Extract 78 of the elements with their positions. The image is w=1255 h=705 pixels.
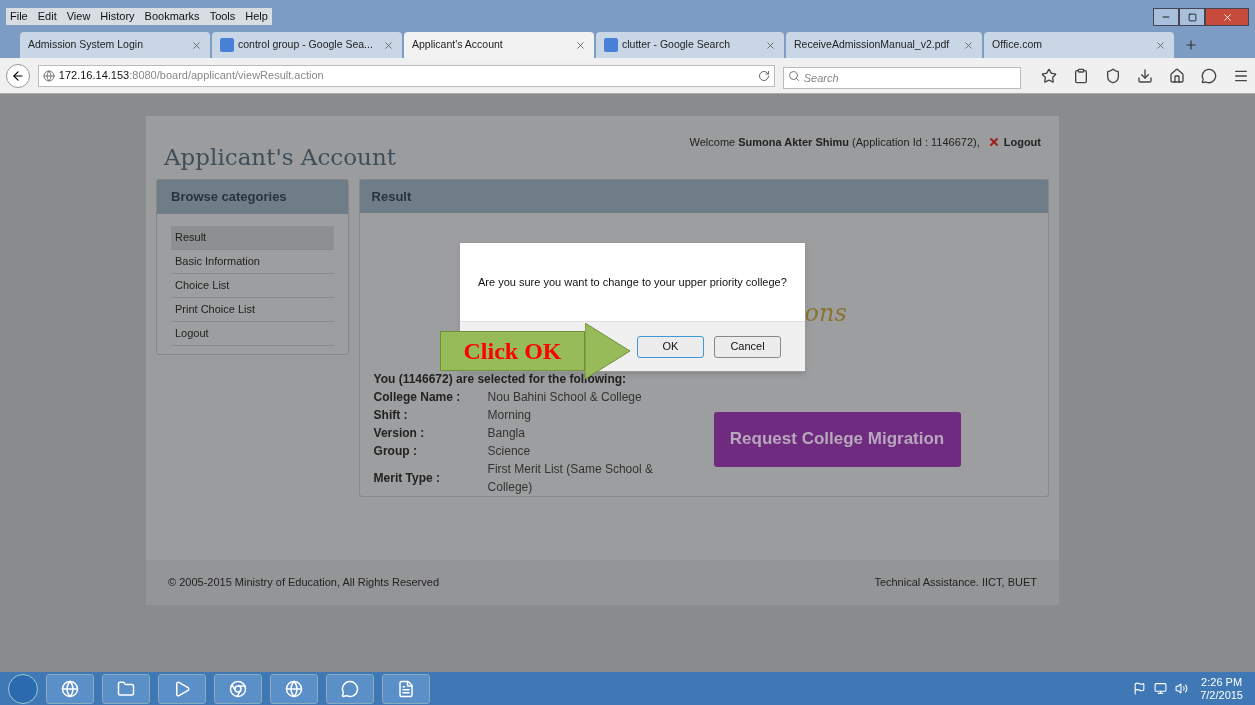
menu-item[interactable]: File — [10, 8, 28, 25]
download-icon[interactable] — [1137, 67, 1153, 84]
tab-close-icon[interactable] — [1155, 39, 1166, 51]
clock[interactable]: 2:26 PM 7/2/2015 — [1196, 675, 1247, 702]
taskbar-app-icon[interactable] — [214, 673, 262, 704]
detail-value: Science — [487, 443, 532, 460]
taskbar-app-icon[interactable] — [270, 673, 318, 704]
address-field[interactable]: 172.16.14.153:8080/board/applicant/viewResult.action — [37, 64, 775, 87]
home-icon[interactable] — [1169, 67, 1185, 84]
menu-item[interactable]: Bookmarks — [144, 8, 200, 25]
logout-link[interactable]: Logout — [987, 134, 1041, 151]
maximize-button[interactable] — [1179, 8, 1205, 26]
menu-item[interactable]: Tools — [209, 8, 236, 25]
taskbar-app-icon[interactable] — [382, 673, 430, 704]
tab-close-icon[interactable] — [383, 39, 394, 51]
menu-item[interactable]: Edit — [37, 8, 57, 25]
taskbar-app-icon[interactable] — [102, 673, 150, 704]
shield-icon[interactable] — [1105, 67, 1121, 84]
dialog-button[interactable]: Cancel — [714, 335, 781, 358]
browser-tab[interactable]: ReceiveAdmissionManual_v2.pdf — [786, 32, 982, 58]
speaker-icon[interactable] — [1175, 682, 1189, 695]
maximize-icon — [1187, 12, 1197, 22]
detail-label: Merit Type : — [373, 470, 441, 487]
browser-tab[interactable]: Applicant's Account — [404, 32, 594, 58]
credit-text: Technical Assistance. IICT, BUET — [874, 575, 1037, 591]
dialog-message: Are you sure you want to change to your upper priority college? — [478, 274, 787, 290]
menu-item[interactable]: History — [100, 8, 135, 25]
tab-close-icon[interactable] — [963, 39, 974, 51]
taskbar-app-icon[interactable] — [46, 673, 94, 704]
reload-icon[interactable] — [757, 69, 770, 82]
logo-text: ons — [804, 298, 847, 327]
chat-icon[interactable] — [1201, 67, 1217, 84]
detail-value: Bangla — [487, 425, 526, 442]
minimize-button[interactable] — [1153, 8, 1179, 26]
tab-close-icon[interactable] — [575, 39, 586, 51]
detail-label: Shift : — [373, 407, 409, 424]
sidebar-item[interactable]: Print Choice List — [171, 298, 334, 322]
close-icon — [1221, 11, 1233, 23]
detail-value: Nou Bahini School & College — [487, 389, 643, 406]
browser-tab[interactable]: Office.com — [984, 32, 1174, 58]
welcome-text: Welcome Sumona Akter Shimu (Application Id : 1146672), — [689, 135, 980, 150]
sidebar-item[interactable]: Logout — [171, 322, 334, 346]
taskbar-app-icon[interactable] — [326, 673, 374, 704]
result-heading: Result — [359, 180, 1048, 213]
detail-label: Version : — [373, 425, 426, 442]
globe-icon — [42, 69, 55, 82]
search-icon — [787, 69, 800, 82]
browser-tab[interactable]: Admission System Login — [20, 32, 210, 58]
detail-label: Group : — [373, 443, 418, 460]
back-arrow-icon — [10, 68, 25, 83]
copyright-text: © 2005-2015 Ministry of Education, All Rights Reserved — [168, 575, 440, 591]
sidebar-item[interactable]: Choice List — [171, 274, 334, 298]
detail-label: College Name : — [373, 389, 462, 406]
sidebar-item[interactable]: Result — [171, 226, 334, 250]
logout-icon — [987, 136, 1000, 149]
detail-value: First Merit List (Same School & College) — [487, 461, 654, 496]
sidebar-item[interactable]: Basic Information — [171, 250, 334, 274]
dialog-button[interactable]: OK — [637, 335, 704, 358]
detail-value: Morning — [487, 407, 532, 424]
sidebar-heading: Browse categories — [157, 180, 348, 214]
star-icon[interactable] — [1041, 67, 1057, 84]
network-icon[interactable] — [1154, 682, 1168, 695]
tab-close-icon[interactable] — [765, 39, 776, 51]
menu-item[interactable]: View — [66, 8, 91, 25]
tab-close-icon[interactable] — [191, 39, 202, 51]
clipboard-icon[interactable] — [1073, 67, 1089, 84]
selection-heading: You (1146672) are selected for the following: — [373, 371, 628, 388]
page-title: Applicant's Account — [164, 143, 396, 172]
taskbar-app-icon[interactable] — [158, 673, 206, 704]
new-tab-icon[interactable] — [1184, 38, 1198, 52]
search-field[interactable]: Search — [782, 66, 1021, 89]
browser-tab[interactable]: control group - Google Sea... — [212, 32, 402, 58]
migration-button[interactable]: Request College Migration — [713, 411, 961, 467]
flag-icon[interactable] — [1133, 682, 1147, 695]
start-button[interactable] — [8, 673, 38, 704]
menu-item[interactable]: Help — [245, 8, 268, 25]
back-button[interactable] — [6, 63, 30, 88]
browser-tab[interactable]: clutter - Google Search — [596, 32, 784, 58]
